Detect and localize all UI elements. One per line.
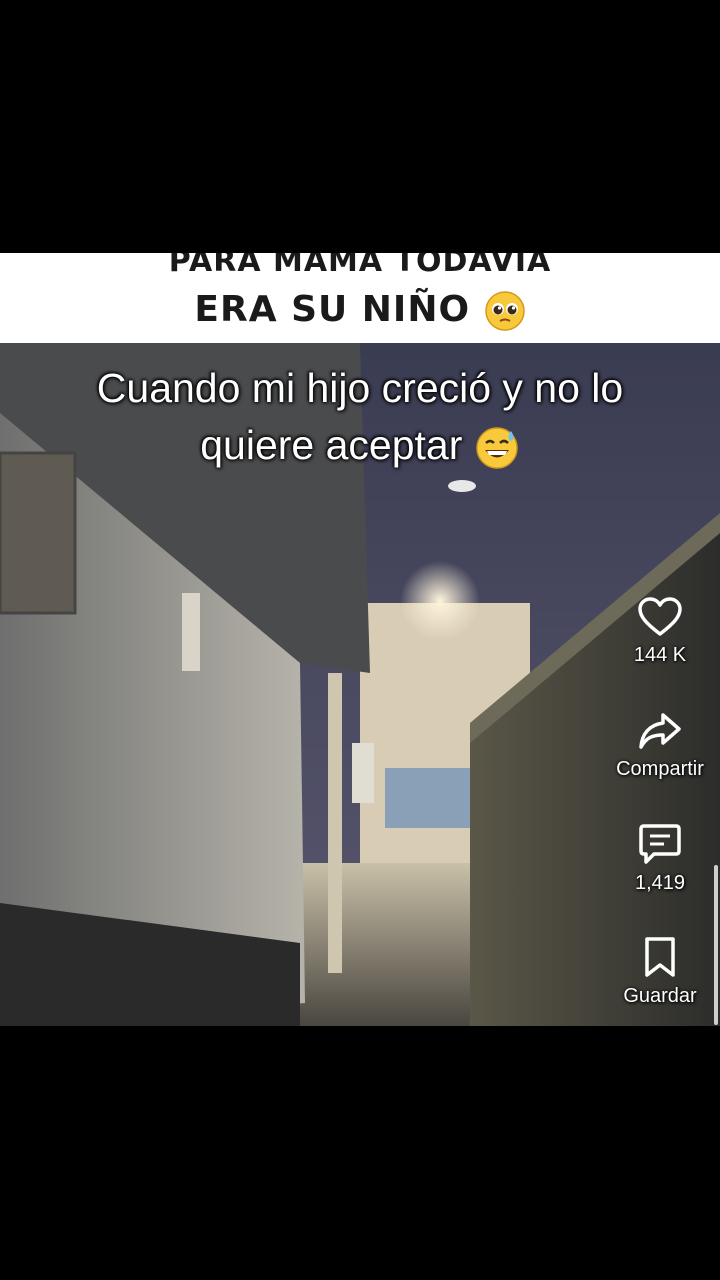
share-arrow-icon [639, 713, 681, 749]
caption-line-2-text: ERA SU NIÑO [194, 289, 471, 330]
comment-icon [639, 824, 681, 864]
top-letterbox [0, 0, 720, 253]
save-button[interactable]: Guardar [600, 935, 720, 1008]
comment-count: 1,419 [634, 872, 686, 894]
scroll-indicator [714, 865, 718, 1025]
caption-line-2: ERA SU NIÑO [0, 289, 720, 332]
like-count: 144 K [633, 644, 687, 666]
share-button[interactable]: Compartir [600, 710, 720, 781]
bookmark-icon [645, 937, 675, 977]
comments-button[interactable]: 1,419 [600, 822, 720, 895]
overlay-text-line-2-text: quiere aceptar [200, 422, 463, 468]
grinning-sweat-emoji-icon [476, 427, 518, 469]
pleading-face-emoji-icon [484, 291, 525, 331]
save-label: Guardar [623, 985, 697, 1007]
share-label: Compartir [616, 758, 704, 780]
caption-band: PARA MAMA TODAVIA ERA SU NIÑO [0, 253, 720, 343]
heart-icon [638, 597, 682, 636]
like-button[interactable]: 144 K [600, 596, 720, 667]
caption-line-1: PARA MAMA TODAVIA [168, 253, 552, 279]
overlay-text-line-2: quiere aceptar [0, 422, 720, 471]
bottom-letterbox [0, 1026, 720, 1280]
overlay-text-line-1: Cuando mi hijo creció y no lo [96, 365, 624, 411]
